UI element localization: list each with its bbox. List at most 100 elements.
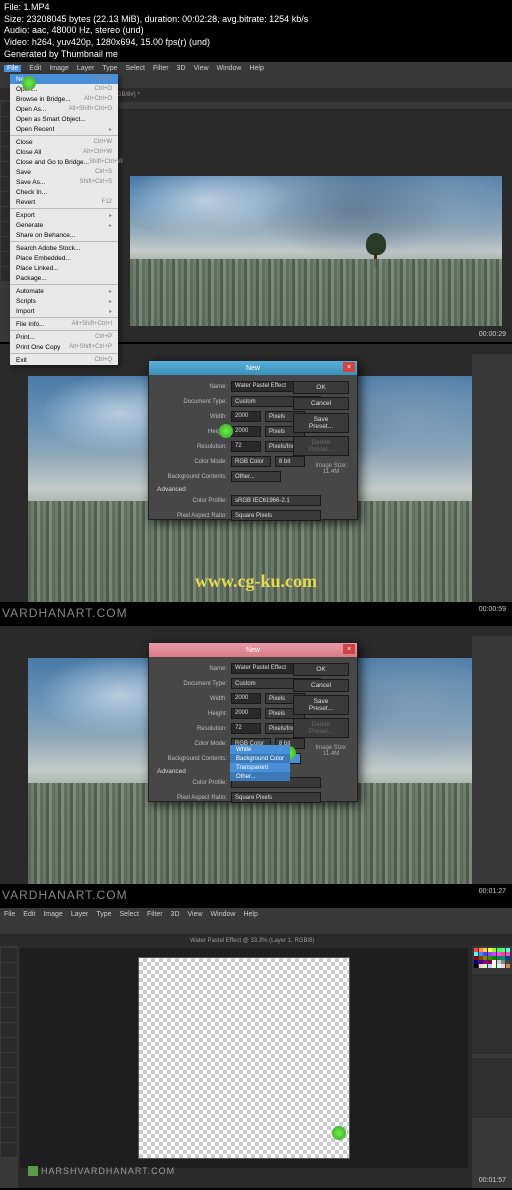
width-input[interactable]: 2000 xyxy=(231,693,261,704)
menu-edit[interactable]: Edit xyxy=(29,65,41,72)
layers-panel[interactable] xyxy=(472,1058,512,1118)
file-menu-item[interactable]: Generate▸ xyxy=(10,220,118,230)
bg-contents-dropdown[interactable]: White Background Color Transparent Other… xyxy=(230,745,290,781)
menu-type[interactable]: Type xyxy=(96,911,111,918)
file-menu-item[interactable]: Browse in Bridge...Alt+Ctrl+O xyxy=(10,94,118,104)
tool-item[interactable] xyxy=(1,993,17,1007)
right-panels[interactable] xyxy=(472,354,512,602)
tool-item[interactable] xyxy=(1,1098,17,1112)
menu-layer[interactable]: Layer xyxy=(71,911,89,918)
swatch[interactable] xyxy=(474,964,478,968)
file-menu-item[interactable]: Close AllAlt+Ctrl+W xyxy=(10,147,118,157)
tools-panel[interactable] xyxy=(0,946,18,1188)
menu-layer[interactable]: Layer xyxy=(77,65,95,72)
colormode-select[interactable]: RGB Color xyxy=(231,456,271,467)
menu-3d[interactable]: 3D xyxy=(171,911,180,918)
swatch[interactable] xyxy=(506,964,510,968)
file-menu-item[interactable]: Scripts▸ xyxy=(10,296,118,306)
bitdepth-select[interactable]: 8 bit xyxy=(275,456,305,467)
panel-section[interactable] xyxy=(472,974,512,1054)
height-input[interactable]: 2000 xyxy=(231,426,261,437)
file-menu-item[interactable]: Import▸ xyxy=(10,306,118,316)
file-menu-item[interactable]: Export▸ xyxy=(10,210,118,220)
menu-window[interactable]: Window xyxy=(211,911,236,918)
swatch[interactable] xyxy=(483,964,487,968)
menu-image[interactable]: Image xyxy=(49,65,68,72)
menu-file[interactable]: File xyxy=(4,911,15,918)
file-menu-item[interactable]: Print One CopyAlt+Shift+Ctrl+P xyxy=(10,342,118,352)
tool-item[interactable] xyxy=(1,1068,17,1082)
aspect-select[interactable]: Square Pixels xyxy=(231,792,321,803)
file-menu-item[interactable]: Save As...Shift+Ctrl+S xyxy=(10,177,118,187)
tool-item[interactable] xyxy=(1,1113,17,1127)
menu-filter[interactable]: Filter xyxy=(153,65,169,72)
menu-view[interactable]: View xyxy=(194,65,209,72)
file-menu-item[interactable]: ExitCtrl+Q xyxy=(10,355,118,365)
right-panels[interactable] xyxy=(472,636,512,884)
save-preset-button[interactable]: Save Preset... xyxy=(293,413,349,433)
dropdown-item-bgcolor[interactable]: Background Color xyxy=(230,754,290,763)
file-menu-item[interactable]: Place Embedded... xyxy=(10,253,118,263)
file-menu-item[interactable]: Open As...Alt+Shift+Ctrl+O xyxy=(10,104,118,114)
swatches-panel[interactable] xyxy=(472,946,512,970)
file-menu-item[interactable]: CloseCtrl+W xyxy=(10,137,118,147)
swatch[interactable] xyxy=(501,964,505,968)
menu-help[interactable]: Help xyxy=(249,65,263,72)
file-menu-item[interactable]: Place Linked... xyxy=(10,263,118,273)
file-menu-item[interactable]: Check In... xyxy=(10,187,118,197)
tool-item[interactable] xyxy=(1,1128,17,1142)
dropdown-item-white[interactable]: White xyxy=(230,745,290,754)
menu-file[interactable]: File xyxy=(4,65,21,72)
swatch[interactable] xyxy=(488,964,492,968)
dropdown-item-transparent[interactable]: Transparent xyxy=(230,763,290,772)
tool-item[interactable] xyxy=(1,1023,17,1037)
tool-item[interactable] xyxy=(1,1038,17,1052)
file-menu-item[interactable]: Open as Smart Object... xyxy=(10,114,118,124)
menu-edit[interactable]: Edit xyxy=(23,911,35,918)
tool-item[interactable] xyxy=(1,1143,17,1157)
file-menu-item[interactable]: Print...Ctrl+P xyxy=(10,332,118,342)
close-icon[interactable]: × xyxy=(343,644,355,654)
profile-select[interactable]: sRGB IEC61966-2.1 xyxy=(231,495,321,506)
cancel-button[interactable]: Cancel xyxy=(293,397,349,410)
bg-select[interactable]: Other... xyxy=(231,471,281,482)
height-input[interactable]: 2000 xyxy=(231,708,261,719)
resolution-input[interactable]: 72 xyxy=(231,441,261,452)
save-preset-button[interactable]: Save Preset... xyxy=(293,695,349,715)
file-menu-item[interactable]: SaveCtrl+S xyxy=(10,167,118,177)
file-menu-item[interactable]: Package... xyxy=(10,273,118,283)
tool-item[interactable] xyxy=(1,963,17,977)
aspect-select[interactable]: Square Pixels xyxy=(231,510,321,521)
dropdown-item-other[interactable]: Other... xyxy=(230,772,290,781)
width-input[interactable]: 2000 xyxy=(231,411,261,422)
file-menu-dropdown[interactable]: New...Ctrl+NOpen...Ctrl+OBrowse in Bridg… xyxy=(10,74,118,365)
file-menu-item[interactable]: Close and Go to Bridge...Shift+Ctrl+W xyxy=(10,157,118,167)
menu-window[interactable]: Window xyxy=(217,65,242,72)
tool-item[interactable] xyxy=(1,978,17,992)
tool-item[interactable] xyxy=(1,1053,17,1067)
file-menu-item[interactable]: Open Recent▸ xyxy=(10,124,118,134)
file-menu-item[interactable]: File Info...Alt+Shift+Ctrl+I xyxy=(10,319,118,329)
resolution-input[interactable]: 72 xyxy=(231,723,261,734)
file-menu-item[interactable]: Search Adobe Stock... xyxy=(10,243,118,253)
menu-image[interactable]: Image xyxy=(43,911,62,918)
ok-button[interactable]: OK xyxy=(293,381,349,394)
menu-select[interactable]: Select xyxy=(120,911,139,918)
swatch[interactable] xyxy=(497,964,501,968)
menu-filter[interactable]: Filter xyxy=(147,911,163,918)
swatch[interactable] xyxy=(492,964,496,968)
close-icon[interactable]: × xyxy=(343,362,355,372)
new-document-dialog[interactable]: New × Name:Water Pastel Effect Document … xyxy=(148,360,358,520)
tab-active[interactable]: Water Pastel Effect @ 33.3% (Layer 1, RG… xyxy=(184,936,320,946)
cancel-button[interactable]: Cancel xyxy=(293,679,349,692)
tool-item[interactable] xyxy=(1,1083,17,1097)
swatch[interactable] xyxy=(479,964,483,968)
advanced-section[interactable]: Advanced xyxy=(157,486,349,493)
menu-view[interactable]: View xyxy=(188,911,203,918)
file-menu-item[interactable]: RevertF12 xyxy=(10,197,118,207)
file-menu-item[interactable]: Automate▸ xyxy=(10,286,118,296)
right-panels[interactable] xyxy=(472,946,512,1188)
menu-select[interactable]: Select xyxy=(126,65,145,72)
menu-help[interactable]: Help xyxy=(243,911,257,918)
ok-button[interactable]: OK xyxy=(293,663,349,676)
